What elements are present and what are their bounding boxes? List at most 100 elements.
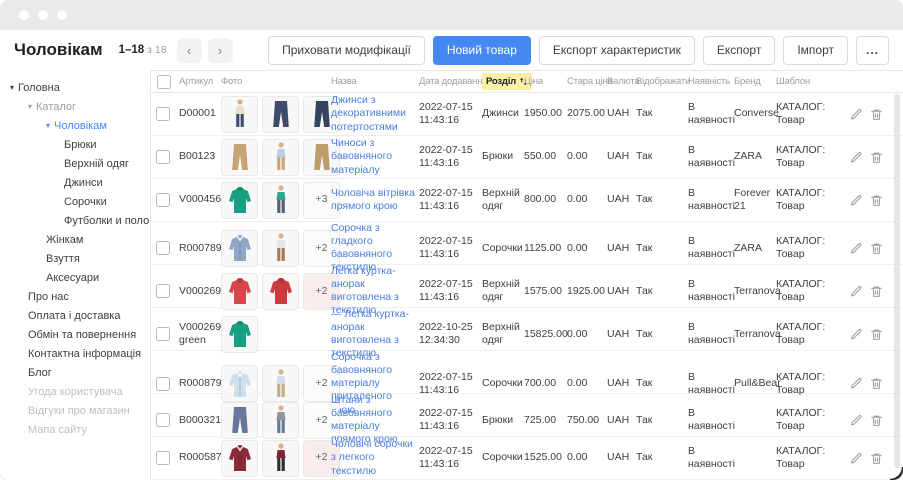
visible-cell: Так xyxy=(636,193,688,206)
currency-cell: UAH xyxy=(607,451,636,464)
sidebar-item[interactable]: Аксесуари xyxy=(0,268,150,287)
window-control-close-icon[interactable] xyxy=(19,10,29,20)
section-cell: Брюки xyxy=(482,414,524,427)
column-header-stock[interactable]: Наявність xyxy=(688,76,734,87)
pagination-next-button[interactable]: › xyxy=(208,38,233,63)
article-cell: V000269 xyxy=(179,285,221,298)
column-header-name[interactable]: Назва xyxy=(331,76,419,87)
delete-icon[interactable] xyxy=(870,452,883,465)
delete-icon[interactable] xyxy=(870,414,883,427)
product-photo xyxy=(262,402,299,439)
stock-cell: В наявності xyxy=(688,278,734,304)
sidebar-item[interactable]: Мапа сайту xyxy=(0,420,150,439)
product-photo xyxy=(262,273,299,310)
product-name-link[interactable]: Чоловіча вітрівка прямого крою xyxy=(331,187,415,213)
edit-icon[interactable] xyxy=(850,242,863,255)
export-button[interactable]: Експорт xyxy=(703,36,775,65)
window-control-minimize-icon[interactable] xyxy=(38,10,48,20)
row-checkbox[interactable] xyxy=(156,413,170,427)
price-cell: 700.00 xyxy=(524,377,567,390)
delete-icon[interactable] xyxy=(870,151,883,164)
column-header-photo[interactable]: Фото xyxy=(221,76,331,87)
product-photo xyxy=(221,402,258,439)
edit-icon[interactable] xyxy=(850,377,863,390)
row-checkbox[interactable] xyxy=(156,377,170,391)
product-name-link[interactable]: Чиноси з бавовняного матеріалу xyxy=(331,137,415,176)
column-header-template[interactable]: Шаблон xyxy=(776,76,856,87)
column-header-article[interactable]: Артикул xyxy=(179,76,221,87)
edit-icon[interactable] xyxy=(850,151,863,164)
sidebar-item[interactable]: ▾Чоловікам xyxy=(0,116,150,135)
sidebar-item-label: Головна xyxy=(18,82,60,94)
row-checkbox[interactable] xyxy=(156,241,170,255)
delete-icon[interactable] xyxy=(870,285,883,298)
sidebar-item[interactable]: Взуття xyxy=(0,249,150,268)
delete-icon[interactable] xyxy=(870,377,883,390)
edit-icon[interactable] xyxy=(850,452,863,465)
sidebar-item[interactable]: Джинси xyxy=(0,173,150,192)
product-photo xyxy=(262,182,299,219)
sidebar-item-label: Чоловікам xyxy=(54,120,107,132)
delete-icon[interactable] xyxy=(870,242,883,255)
table-row: R000789+2Сорочка з гладкого бавовняного … xyxy=(151,222,903,265)
date-cell: 2022-07-15 11:43:16 xyxy=(419,407,482,433)
sidebar-item[interactable]: Сорочки xyxy=(0,192,150,211)
more-actions-button[interactable]: ... xyxy=(856,36,889,65)
column-header-brand[interactable]: Бренд xyxy=(734,76,776,87)
row-checkbox[interactable] xyxy=(156,451,170,465)
export-characteristics-button[interactable]: Експорт характеристик xyxy=(539,36,695,65)
column-header-currency[interactable]: Валюта xyxy=(607,76,636,87)
sidebar-item[interactable]: ▾Каталог xyxy=(0,97,150,116)
row-checkbox[interactable] xyxy=(156,327,170,341)
column-header-section[interactable]: Розділ xyxy=(482,73,524,90)
column-header-date[interactable]: Дата додавання xyxy=(419,76,482,87)
column-header-old_price[interactable]: Стара ціна xyxy=(567,76,607,87)
pagination-prev-button[interactable]: ‹ xyxy=(177,38,202,63)
sidebar-item[interactable]: Оплата і доставка xyxy=(0,306,150,325)
row-checkbox[interactable] xyxy=(156,193,170,207)
column-header-price[interactable]: Ціна xyxy=(524,76,567,87)
edit-icon[interactable] xyxy=(850,108,863,121)
sidebar-item[interactable]: Верхній одяг xyxy=(0,154,150,173)
photos-cell: +3 xyxy=(221,182,331,219)
sidebar-item[interactable]: Відгуки про магазин xyxy=(0,401,150,420)
sidebar-item[interactable]: Блог xyxy=(0,363,150,382)
screen-corner-artifact xyxy=(890,467,903,480)
sidebar-item[interactable]: Футболки и поло xyxy=(0,211,150,230)
sidebar-item[interactable]: ▾Головна xyxy=(0,78,150,97)
sidebar-item-label: Оплата і доставка xyxy=(28,310,120,322)
column-header-visible[interactable]: Відображати xyxy=(636,76,688,87)
brand-cell: Pull&Bear xyxy=(734,377,776,390)
vertical-scrollbar[interactable] xyxy=(894,94,900,468)
row-checkbox[interactable] xyxy=(156,284,170,298)
row-checkbox[interactable] xyxy=(156,107,170,121)
delete-icon[interactable] xyxy=(870,328,883,341)
new-product-button[interactable]: Новий товар xyxy=(433,36,531,65)
window-control-maximize-icon[interactable] xyxy=(57,10,67,20)
sidebar-item[interactable]: Брюки xyxy=(0,135,150,154)
edit-icon[interactable] xyxy=(850,414,863,427)
select-all-checkbox[interactable] xyxy=(157,75,171,89)
currency-cell: UAH xyxy=(607,285,636,298)
sidebar-item-label: Сорочки xyxy=(64,196,107,208)
edit-icon[interactable] xyxy=(850,328,863,341)
edit-icon[interactable] xyxy=(850,285,863,298)
sidebar-item[interactable]: Обмін та повернення xyxy=(0,325,150,344)
hide-modifications-button[interactable]: Приховати модифікації xyxy=(268,36,425,65)
sidebar-item[interactable]: Угода користувача xyxy=(0,382,150,401)
sidebar-item[interactable]: Про нас xyxy=(0,287,150,306)
chevron-left-icon: ‹ xyxy=(187,44,191,57)
delete-icon[interactable] xyxy=(870,108,883,121)
row-checkbox[interactable] xyxy=(156,150,170,164)
import-button[interactable]: Імпорт xyxy=(783,36,848,65)
product-name-link[interactable]: Чоловічі сорочки з легкого текстилю xyxy=(331,438,415,477)
edit-icon[interactable] xyxy=(850,194,863,207)
photos-cell xyxy=(221,96,331,133)
model-photo-icon xyxy=(273,405,289,435)
sidebar-item[interactable]: Контактна інформація xyxy=(0,344,150,363)
delete-icon[interactable] xyxy=(870,194,883,207)
sidebar-item-label: Контактна інформація xyxy=(28,348,141,360)
column-header-select[interactable] xyxy=(151,75,179,89)
sidebar-item[interactable]: Жінкам xyxy=(0,230,150,249)
product-name-link[interactable]: Джинси з декоративними потертостями xyxy=(331,94,415,133)
